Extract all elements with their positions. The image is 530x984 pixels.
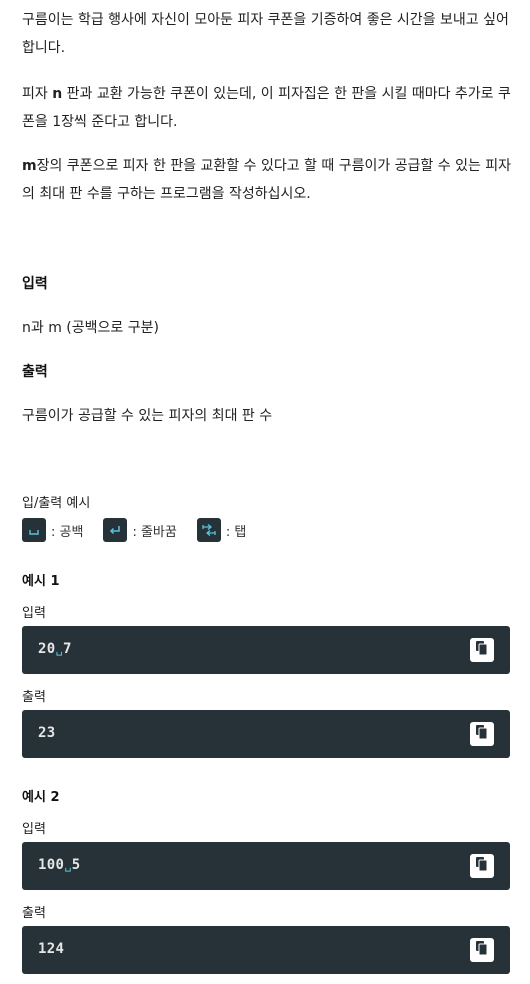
variable-m: m	[22, 158, 37, 174]
example-output-label: 출력	[22, 690, 46, 705]
legend-tab-label: : 탭	[225, 524, 247, 540]
copy-icon	[475, 940, 489, 960]
example-input-label: 입력	[22, 822, 46, 837]
example-output-label: 출력	[22, 906, 46, 921]
example-input-label: 입력	[22, 606, 46, 621]
example-input-box[interactable]: 20␣7	[22, 626, 510, 674]
tab-icon	[196, 518, 221, 542]
output-heading: 출력	[22, 364, 48, 380]
variable-n: n	[52, 86, 63, 102]
example-output-box[interactable]: 124	[22, 926, 510, 974]
problem-text-3: 장의 쿠폰으로 피자 한 판을 교환할 수 있다고 할 때 구름이가 공급할 수…	[22, 158, 512, 202]
copy-icon	[475, 724, 489, 744]
copy-button[interactable]	[470, 722, 494, 746]
legend-tab: : 탭	[196, 518, 247, 542]
copy-icon	[475, 856, 489, 876]
legend-newline-label: : 줄바꿈	[132, 524, 177, 540]
problem-paragraph-3: m장의 쿠폰으로 피자 한 판을 교환할 수 있다고 할 때 구름이가 공급할 …	[22, 152, 512, 208]
problem-page: 구름이는 학급 행사에 자신이 모아둔 피자 쿠폰을 기증하여 좋은 시간을 보…	[0, 0, 530, 984]
example-output-box[interactable]: 23	[22, 710, 510, 758]
space-mark: ␣	[55, 642, 63, 656]
example-output-code: 124	[38, 941, 65, 957]
input-description: n과 m (공백으로 구분)	[22, 320, 159, 336]
space-mark: ␣	[64, 858, 72, 872]
example-input-box[interactable]: 100␣5	[22, 842, 510, 890]
example-title: 예시 1	[22, 574, 60, 589]
problem-paragraph-2: 피자 n 판과 교환 가능한 쿠폰이 있는데, 이 피자집은 한 판을 시킬 때…	[22, 80, 512, 136]
copy-button[interactable]	[470, 854, 494, 878]
legend-space: : 공백	[22, 518, 83, 542]
example-input-code: 100␣5	[38, 857, 81, 873]
examples-title: 입/출력 예시	[22, 496, 91, 511]
example-output-code: 23	[38, 725, 56, 741]
output-description: 구름이가 공급할 수 있는 피자의 최대 판 수	[22, 408, 273, 424]
problem-text-1: 구름이는 학급 행사에 자신이 모아둔 피자 쿠폰을 기증하여 좋은 시간을 보…	[22, 12, 509, 56]
legend-newline: : 줄바꿈	[103, 518, 177, 542]
whitespace-legend: : 공백 : 줄바꿈 : 탭	[22, 518, 266, 542]
space-icon	[22, 518, 46, 542]
input-heading: 입력	[22, 276, 48, 292]
legend-space-label: : 공백	[51, 524, 84, 540]
copy-button[interactable]	[470, 638, 494, 662]
problem-text-2b: 판과 교환 가능한 쿠폰이 있는데, 이 피자집은 한 판을 시킬 때마다 추가…	[22, 86, 511, 130]
problem-text-2a: 피자	[22, 86, 53, 102]
copy-button[interactable]	[470, 938, 494, 962]
copy-icon	[475, 640, 489, 660]
example-input-code: 20␣7	[38, 641, 72, 657]
example-title: 예시 2	[22, 790, 60, 805]
newline-icon	[103, 518, 128, 542]
problem-paragraph-1: 구름이는 학급 행사에 자신이 모아둔 피자 쿠폰을 기증하여 좋은 시간을 보…	[22, 6, 512, 62]
